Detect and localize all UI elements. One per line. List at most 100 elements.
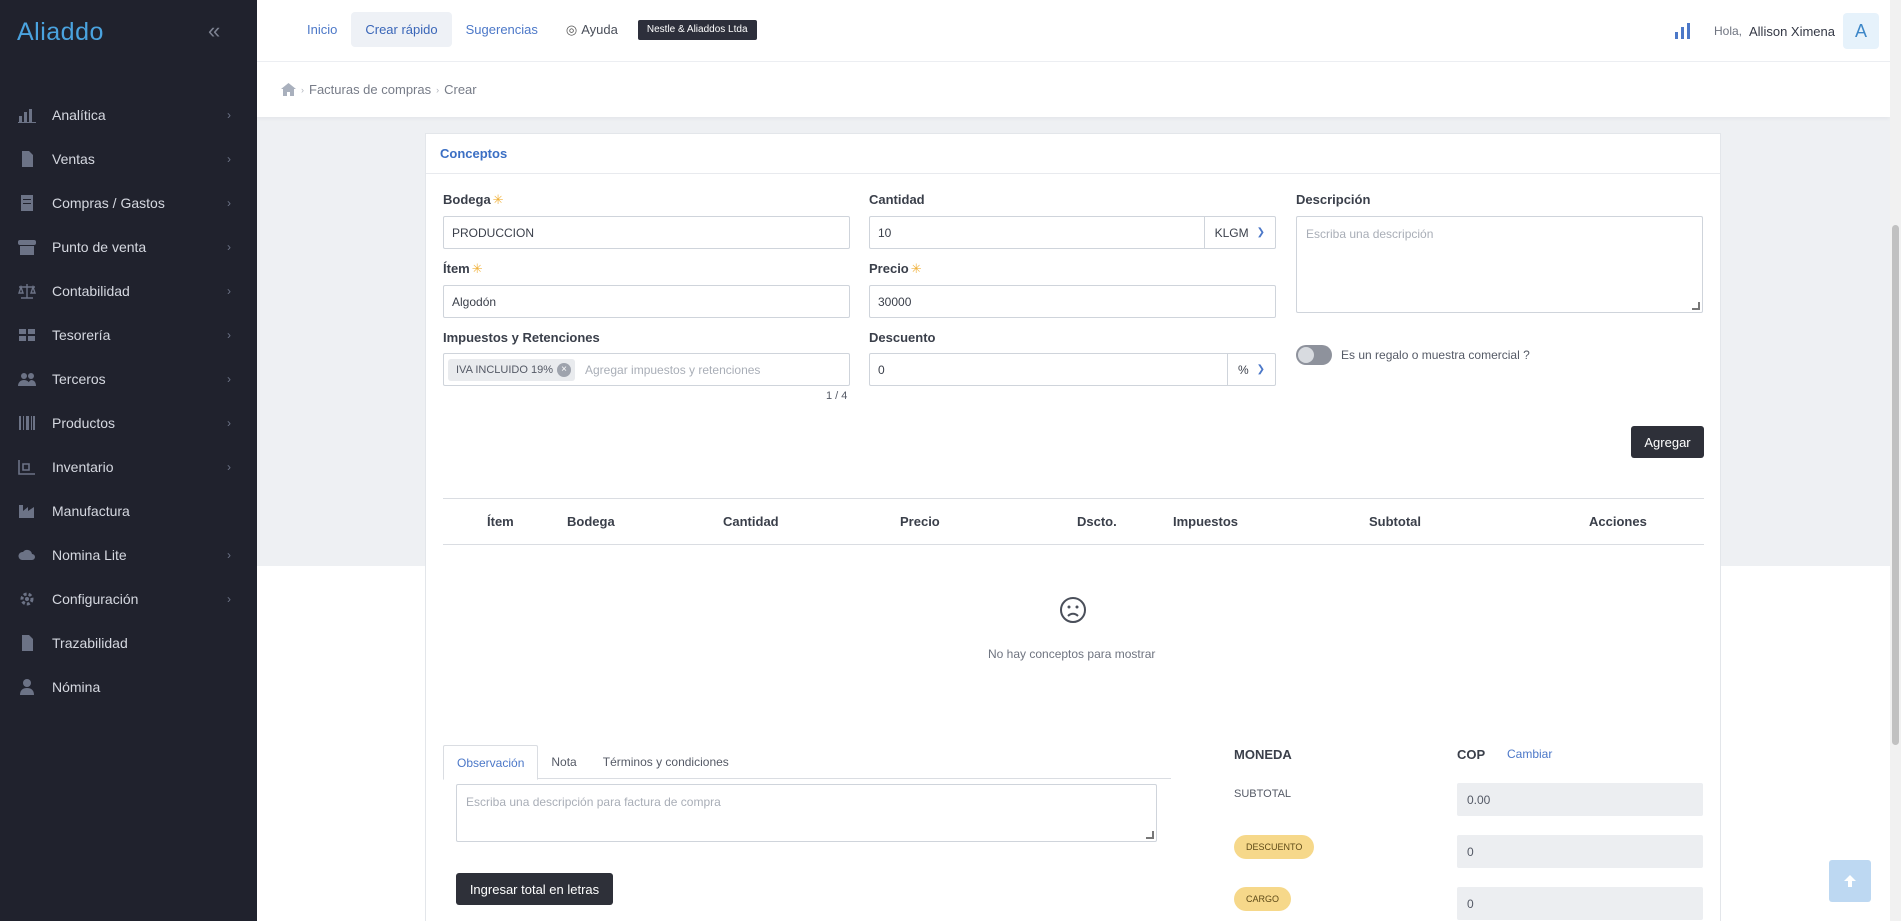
tab-nota[interactable]: Nota xyxy=(538,745,589,779)
item-label: Ítem ✳ xyxy=(443,261,483,276)
user-area: Hola, Allison Ximena A xyxy=(1674,13,1879,49)
descuento-label: Descuento xyxy=(869,330,936,345)
sidebar-item-label: Terceros xyxy=(52,371,106,387)
breadcrumb: › Facturas de compras › Crear xyxy=(257,62,1890,117)
card-title: Conceptos xyxy=(426,134,1720,174)
page-scrollbar[interactable] xyxy=(1890,0,1901,921)
cambiar-link[interactable]: Cambiar xyxy=(1507,747,1552,761)
receipt-icon xyxy=(17,195,37,211)
greeting: Hola, xyxy=(1713,24,1742,38)
sidebar-item-contabilidad[interactable]: Contabilidad › xyxy=(0,269,257,313)
sidebar-item-analitica[interactable]: Analítica › xyxy=(0,93,257,137)
sidebar-item-ventas[interactable]: Ventas › xyxy=(0,137,257,181)
chevron-down-icon: ❯ xyxy=(1256,227,1265,238)
stats-icon[interactable] xyxy=(1674,23,1692,39)
sidebar-item-terceros[interactable]: Terceros › xyxy=(0,357,257,401)
column-header[interactable]: Cantidad xyxy=(723,514,779,529)
store-icon xyxy=(17,239,37,255)
nav-crear-rapido[interactable]: Crear rápido xyxy=(351,12,452,47)
regalo-label: Es un regalo o muestra comercial ? xyxy=(1341,348,1530,362)
chevron-right-icon: › xyxy=(227,152,231,166)
sidebar-nav: Analítica › Ventas › Compras / Gastos › … xyxy=(0,93,257,709)
sidebar-item-punto-de-venta[interactable]: Punto de venta › xyxy=(0,225,257,269)
app-logo[interactable]: Aliaddo xyxy=(17,15,104,49)
descripcion-label: Descripción xyxy=(1296,192,1371,207)
impuestos-select[interactable]: IVA INCLUIDO 19% × Agregar impuestos y re… xyxy=(443,353,850,386)
impuestos-label: Impuestos y Retenciones xyxy=(443,330,600,345)
column-header[interactable]: Ítem xyxy=(487,514,514,529)
total-letras-button[interactable]: Ingresar total en letras xyxy=(456,873,613,905)
item-select[interactable]: Algodón xyxy=(443,285,850,318)
sidebar-item-label: Compras / Gastos xyxy=(52,195,165,211)
empty-state-text: No hay conceptos para mostrar xyxy=(988,647,1156,661)
chevron-right-icon: › xyxy=(227,372,231,386)
breadcrumb-separator: › xyxy=(436,84,440,95)
descuento-input[interactable]: 0 % ❯ xyxy=(869,353,1276,386)
back-to-top-button[interactable] xyxy=(1829,860,1871,902)
observacion-textarea[interactable]: Escriba una descripción para factura de … xyxy=(456,784,1157,842)
precio-input[interactable]: 30000 xyxy=(869,285,1276,318)
sidebar-item-trazabilidad[interactable]: Trazabilidad xyxy=(0,621,257,665)
company-badge[interactable]: Nestle & Aliaddos Ltda xyxy=(637,19,757,40)
treasury-icon xyxy=(17,327,37,343)
users-icon xyxy=(17,371,37,387)
cargo-pill[interactable]: CARGO xyxy=(1234,887,1292,911)
arrow-up-icon xyxy=(1844,875,1856,887)
bodega-select[interactable]: PRODUCCION xyxy=(443,216,850,249)
chevron-right-icon: › xyxy=(227,284,231,298)
sidebar-item-configuracion[interactable]: Configuración › xyxy=(0,577,257,621)
sidebar-item-compras[interactable]: Compras / Gastos › xyxy=(0,181,257,225)
regalo-toggle[interactable] xyxy=(1296,345,1332,365)
home-icon[interactable] xyxy=(281,83,296,96)
chevron-right-icon: › xyxy=(227,240,231,254)
sidebar-item-tesoreria[interactable]: Tesorería › xyxy=(0,313,257,357)
sidebar: Aliaddo « Analítica › Ventas › Compras /… xyxy=(0,0,257,921)
impuestos-counter: 1 / 4 xyxy=(826,390,848,402)
sidebar-item-nomina-lite[interactable]: Nomina Lite › xyxy=(0,533,257,577)
descuento-pill[interactable]: DESCUENTO xyxy=(1234,835,1315,859)
resize-handle-icon[interactable] xyxy=(1146,831,1154,839)
sidebar-item-nomina[interactable]: Nómina xyxy=(0,665,257,709)
agregar-button[interactable]: Agregar xyxy=(1631,426,1704,458)
sidebar-item-label: Nómina xyxy=(52,679,101,695)
breadcrumb-separator: › xyxy=(301,84,304,95)
sad-face-icon xyxy=(1060,597,1086,623)
user-name[interactable]: Allison Ximena xyxy=(1749,24,1835,39)
breadcrumb-section[interactable]: Facturas de compras xyxy=(309,82,431,97)
descripcion-textarea[interactable]: Escriba una descripción xyxy=(1296,216,1703,313)
cantidad-input[interactable]: 10 KLGM ❯ xyxy=(869,216,1276,249)
column-header[interactable]: Acciones xyxy=(1589,514,1647,529)
toggle-knob xyxy=(1298,347,1314,363)
resize-handle-icon[interactable] xyxy=(1692,302,1700,310)
tab-observacion[interactable]: Observación xyxy=(443,745,539,780)
top-navbar: Inicio Crear rápido Sugerencias ◎ Ayuda … xyxy=(257,0,1901,62)
remove-chip-icon[interactable]: × xyxy=(557,362,571,377)
chevron-down-icon: ❯ xyxy=(1256,364,1265,375)
sidebar-item-manufactura[interactable]: Manufactura xyxy=(0,489,257,533)
column-header[interactable]: Bodega xyxy=(567,514,615,529)
avatar[interactable]: A xyxy=(1843,13,1879,49)
column-header[interactable]: Precio xyxy=(900,514,940,529)
column-header[interactable]: Dscto. xyxy=(1077,514,1117,529)
nav-inicio[interactable]: Inicio xyxy=(293,12,351,47)
moneda-label: MONEDA xyxy=(1234,747,1292,762)
scrollbar-thumb[interactable] xyxy=(1892,225,1899,745)
nav-ayuda[interactable]: ◎ Ayuda xyxy=(552,12,632,47)
sidebar-item-inventario[interactable]: Inventario › xyxy=(0,445,257,489)
discount-unit-select[interactable]: % ❯ xyxy=(1226,354,1275,385)
collapse-sidebar-icon[interactable]: « xyxy=(208,18,220,44)
bar-chart-icon xyxy=(17,107,37,123)
tab-terminos[interactable]: Términos y condiciones xyxy=(590,745,742,779)
required-icon: ✳ xyxy=(471,261,483,276)
document-icon xyxy=(17,151,37,167)
sidebar-item-label: Punto de venta xyxy=(52,239,147,255)
nav-sugerencias[interactable]: Sugerencias xyxy=(452,12,552,47)
chevron-right-icon: › xyxy=(227,196,231,210)
column-header[interactable]: Impuestos xyxy=(1173,514,1238,529)
cargo-field: 0 xyxy=(1457,887,1703,920)
column-header[interactable]: Subtotal xyxy=(1369,514,1421,529)
precio-label: Precio ✳ xyxy=(869,261,922,276)
file-icon xyxy=(17,635,37,651)
sidebar-item-productos[interactable]: Productos › xyxy=(0,401,257,445)
unit-select[interactable]: KLGM ❯ xyxy=(1203,217,1275,248)
